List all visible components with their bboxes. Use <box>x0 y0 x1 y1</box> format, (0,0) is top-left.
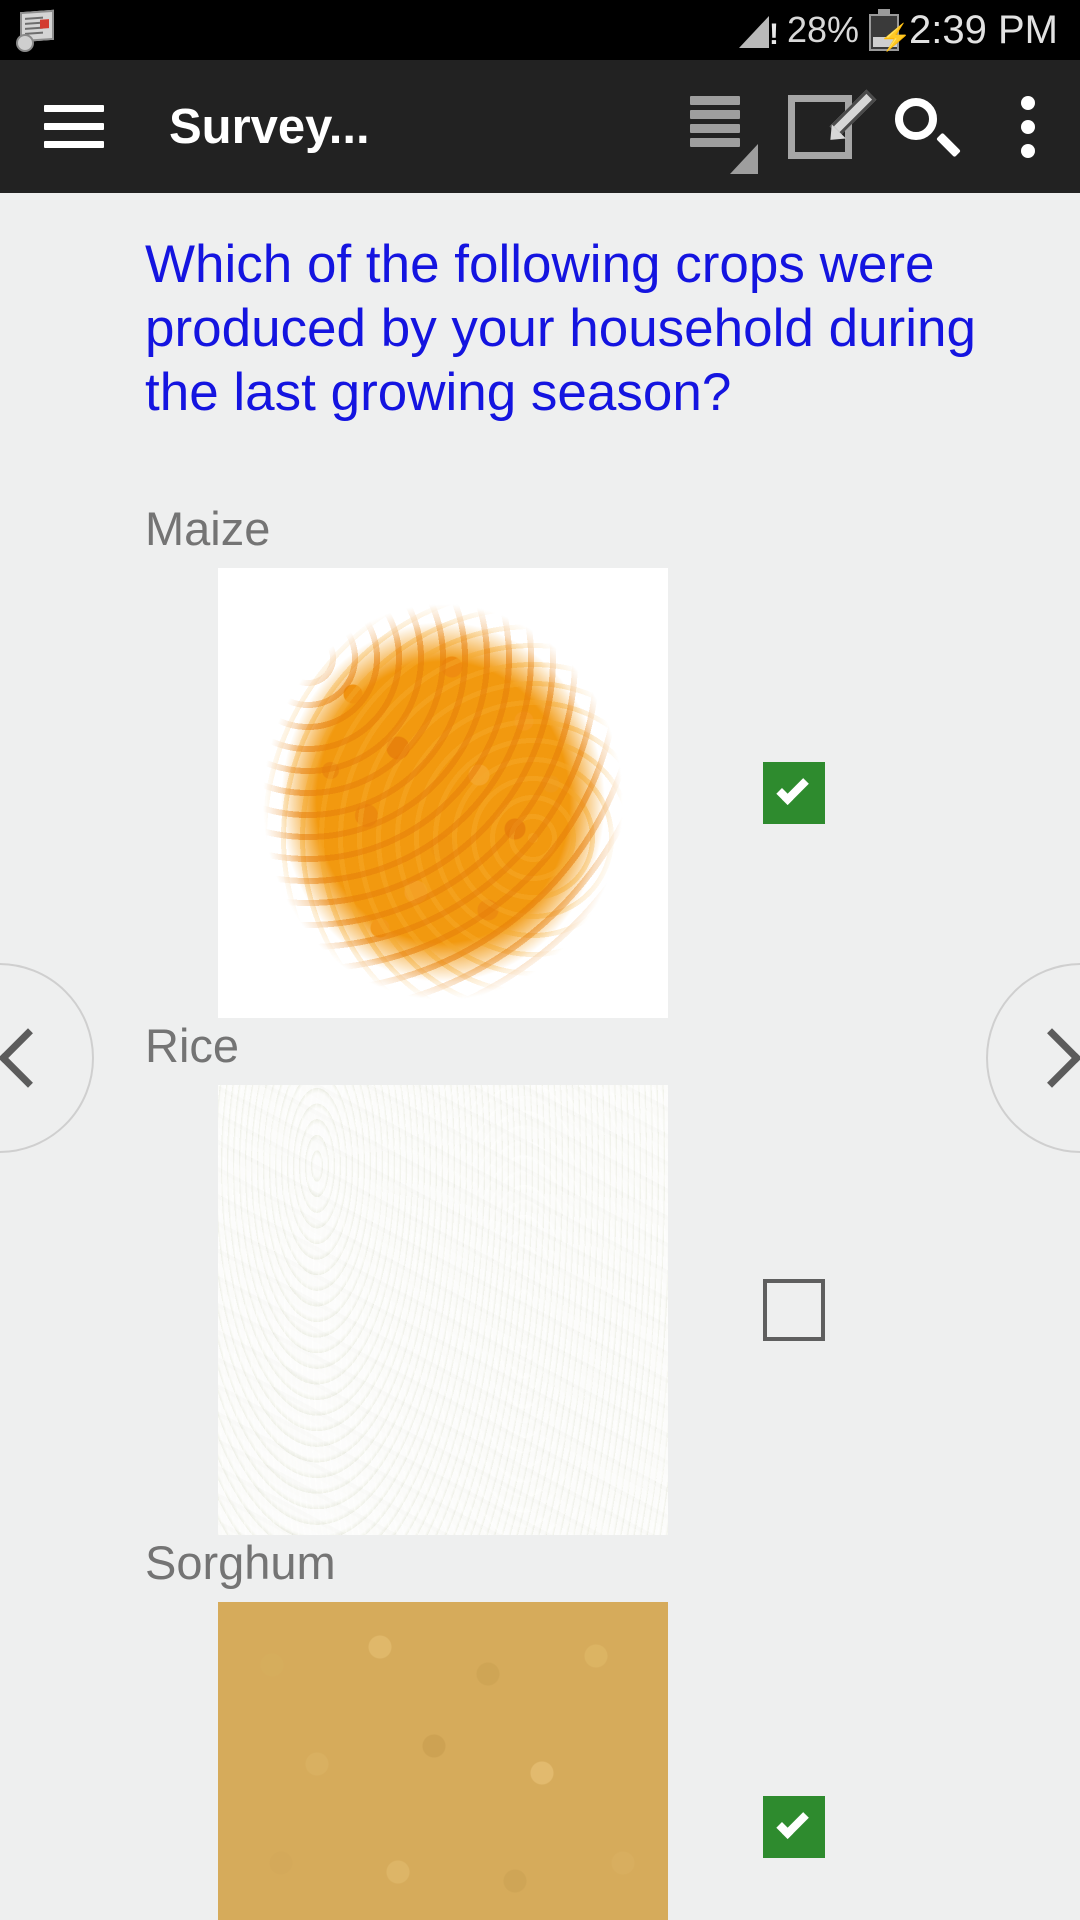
checkbox-sorghum[interactable] <box>763 1796 825 1858</box>
search-button[interactable] <box>872 60 976 193</box>
status-bar-notifications <box>0 7 60 53</box>
option-row-sorghum[interactable]: Sorghum <box>0 1535 1080 1920</box>
option-row-rice[interactable]: Rice <box>0 1018 1080 1535</box>
option-row-maize[interactable]: Maize <box>0 501 1080 1018</box>
edit-icon <box>788 89 877 159</box>
option-label-rice: Rice <box>145 1019 240 1072</box>
hamburger-menu-icon[interactable] <box>44 104 104 149</box>
checkbox-maize[interactable] <box>763 762 825 824</box>
battery-percent-label: 28% <box>786 9 860 50</box>
search-icon <box>893 96 961 158</box>
unchecked-box-icon <box>763 1279 825 1341</box>
sorghum-grains-photo[interactable] <box>218 1602 668 1920</box>
status-bar-clock: 2:39 PM <box>909 7 1058 52</box>
checkbox-rice[interactable] <box>763 1279 825 1341</box>
survey-screen: ! 28% ⚡ 2:39 PM Survey... Which of the f… <box>0 0 1080 1920</box>
chevron-left-icon <box>0 1028 58 1088</box>
index-list-button[interactable] <box>664 60 768 193</box>
rice-grains-photo[interactable] <box>218 1085 668 1535</box>
signal-bars-warning-icon: ! <box>738 12 779 50</box>
options-list: Maize Rice Sorghum <box>0 501 1080 1920</box>
status-bar: ! 28% ⚡ 2:39 PM <box>0 0 1080 60</box>
document-settings-icon <box>14 7 60 53</box>
overflow-menu-button[interactable] <box>976 60 1080 193</box>
survey-content: Which of the following crops were produc… <box>0 193 1080 1920</box>
index-list-icon <box>688 95 758 174</box>
option-label-maize: Maize <box>145 502 271 555</box>
edit-button[interactable] <box>768 60 877 193</box>
chevron-right-icon <box>1022 1028 1080 1088</box>
maize-kernels-photo[interactable] <box>218 568 668 1018</box>
question-text: Which of the following crops were produc… <box>145 235 976 422</box>
app-bar: Survey... <box>0 60 1080 193</box>
app-title: Survey... <box>169 99 370 154</box>
battery-charging-icon: ⚡ <box>869 9 911 51</box>
status-bar-system: ! 28% ⚡ 2:39 PM <box>738 7 1080 53</box>
app-bar-actions <box>664 60 1080 193</box>
overflow-menu-icon <box>1021 95 1035 158</box>
checked-box-icon <box>763 1796 825 1858</box>
checked-box-icon <box>763 762 825 824</box>
option-label-sorghum: Sorghum <box>145 1536 336 1589</box>
